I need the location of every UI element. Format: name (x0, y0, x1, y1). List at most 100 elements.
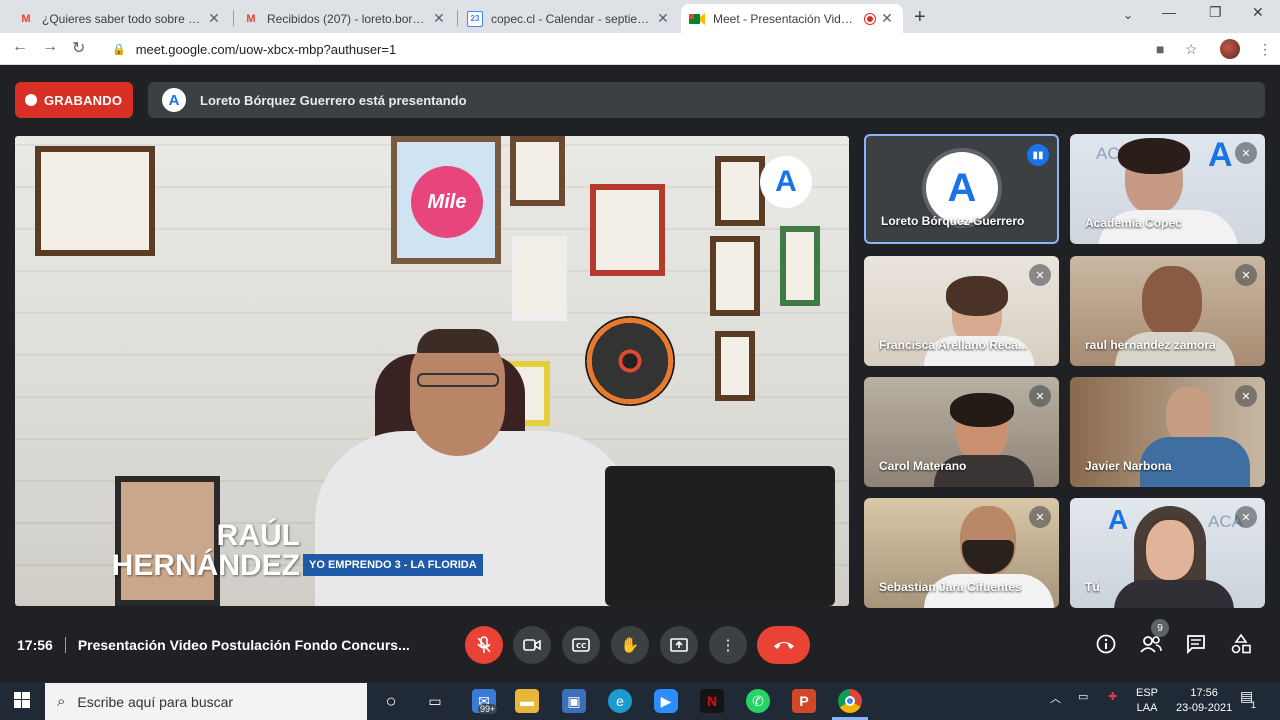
meet-app: GRABANDO A Loreto Bórquez Guerrero está … (0, 66, 1280, 682)
netflix-icon[interactable]: N (700, 689, 724, 713)
language-indicator[interactable]: ESP LAA (1136, 686, 1158, 716)
participant-face (1146, 520, 1194, 580)
recording-badge: GRABANDO (15, 82, 133, 118)
restore-button[interactable]: ❐ (1209, 4, 1222, 21)
participant-name: Javier Narbona (1085, 459, 1172, 473)
divider (64, 637, 66, 653)
window-close-button[interactable]: ✕ (1252, 4, 1264, 21)
poster-logo: Mile (411, 166, 483, 238)
edge-browser-icon[interactable]: e (608, 689, 632, 713)
participant-tile-loreto[interactable]: A ▮▮ Loreto Bórquez Guerrero (864, 134, 1059, 244)
antivirus-icon[interactable]: ✚ (1108, 690, 1117, 703)
store-icon[interactable]: ▣ (562, 689, 586, 713)
close-icon[interactable]: ✕ (206, 10, 222, 27)
participant-tile-francisca[interactable]: ✕ Francisca Arellano Reca... (864, 256, 1059, 366)
gmail-icon: M (246, 12, 256, 25)
minimize-button[interactable]: — (1162, 4, 1176, 20)
present-now-button[interactable] (660, 626, 698, 664)
recording-dot-icon (25, 94, 37, 106)
powerpoint-icon[interactable]: P (792, 689, 816, 713)
tab-gmail-1[interactable]: M ¿Quieres saber todo sobre la obe ✕ (10, 4, 230, 33)
tab-search-icon[interactable]: ⌄ (1123, 8, 1133, 22)
meeting-time: 17:56 (17, 637, 53, 653)
participant-hair (1118, 138, 1190, 174)
cortana-icon[interactable]: ○ (379, 689, 403, 713)
new-tab-button[interactable]: + (914, 6, 926, 29)
battery-icon[interactable]: ▭ (1078, 690, 1088, 703)
windows-start-button[interactable] (14, 692, 30, 713)
captions-button[interactable]: CC (562, 626, 600, 664)
zoom-icon[interactable]: ▶ (654, 689, 678, 713)
leave-call-button[interactable] (757, 626, 810, 664)
mic-off-icon: ✕ (1235, 385, 1257, 407)
participant-body (1114, 580, 1234, 608)
participant-name: Sebastian Jara Cifuentes (879, 580, 1022, 594)
address-bar[interactable]: 🔒 meet.google.com/uow-xbcx-mbp?authuser=… (100, 37, 1210, 61)
chrome-icon[interactable] (838, 689, 862, 713)
mic-off-icon (477, 636, 491, 653)
participants-button[interactable] (1140, 634, 1162, 659)
clock-date: 23-09-2021 (1176, 702, 1233, 714)
participant-tile-sebastian[interactable]: ✕ Sebastian Jara Cifuentes (864, 498, 1059, 608)
notification-count: 1 (1251, 700, 1257, 710)
participant-tile-raul[interactable]: ✕ raul hernandez zamora (1070, 256, 1265, 366)
tab-title: copec.cl - Calendar - septiembre (491, 11, 651, 26)
tray-overflow-icon[interactable]: ︿ (1050, 690, 1061, 706)
close-icon[interactable]: ✕ (879, 10, 895, 27)
reload-button[interactable]: ↻ (72, 38, 85, 58)
back-button[interactable]: ← (12, 38, 28, 56)
camera-toggle-button[interactable] (513, 626, 551, 664)
language-bottom: LAA (1136, 702, 1158, 714)
mic-off-icon: ✕ (1029, 385, 1051, 407)
meeting-info: 17:56 Presentación Video Postulación Fon… (17, 637, 410, 653)
academia-logo-icon: A (1108, 504, 1129, 535)
browser-toolbar: ← → ↻ 🔒 meet.google.com/uow-xbcx-mbp?aut… (0, 33, 1280, 65)
activities-button[interactable] (1231, 633, 1251, 659)
participant-tile-academia[interactable]: ACA A ✕ Academia Copec (1070, 134, 1265, 244)
menu-icon[interactable]: ⋮ (1258, 41, 1272, 58)
profile-avatar[interactable] (1220, 39, 1240, 59)
present-screen-icon (670, 638, 688, 652)
presenter-hair (417, 329, 499, 353)
wall-frame (512, 236, 567, 321)
participant-hair (950, 393, 1014, 427)
bookmark-star-icon[interactable]: ☆ (1185, 41, 1198, 58)
chat-icon (1187, 635, 1205, 655)
more-options-button[interactable]: ⋮ (709, 626, 747, 664)
whatsapp-icon[interactable]: ✆ (746, 689, 770, 713)
windows-taskbar: ⌕ Escribe aquí para buscar ○ ▭ ✉ 99+ ▬ ▣… (0, 682, 1280, 720)
search-icon: ⌕ (57, 693, 66, 710)
tab-meet[interactable]: Meet - Presentación Video P ✕ (681, 4, 903, 33)
wall-frame (590, 184, 665, 276)
camera-icon[interactable]: ■ (1156, 41, 1164, 57)
participant-tile-javier[interactable]: ✕ Javier Narbona (1070, 377, 1265, 487)
mic-off-icon: ✕ (1029, 506, 1051, 528)
svg-text:CC: CC (576, 642, 586, 650)
close-icon[interactable]: ✕ (431, 10, 447, 27)
close-icon[interactable]: ✕ (655, 10, 671, 27)
forward-button[interactable]: → (42, 38, 58, 56)
browser-tabstrip: M ¿Quieres saber todo sobre la obe ✕ M R… (0, 0, 1280, 33)
raise-hand-button[interactable]: ✋ (611, 626, 649, 664)
windows-logo-icon (14, 692, 30, 708)
wall-frame (510, 136, 565, 206)
tab-calendar[interactable]: 23 copec.cl - Calendar - septiembre ✕ (459, 4, 679, 33)
participant-name: Francisca Arellano Reca... (879, 338, 1028, 352)
wall-frame (715, 156, 765, 226)
task-view-icon[interactable]: ▭ (423, 689, 447, 713)
people-icon (1140, 636, 1162, 653)
chat-button[interactable] (1186, 634, 1206, 659)
mic-toggle-button[interactable] (465, 626, 503, 664)
search-placeholder: Escribe aquí para buscar (77, 693, 234, 710)
more-vert-icon: ⋮ (720, 637, 736, 654)
participant-tile-carol[interactable]: ✕ Carol Materano (864, 377, 1059, 487)
meeting-details-button[interactable] (1096, 634, 1116, 659)
taskbar-search-box[interactable]: ⌕ Escribe aquí para buscar (45, 683, 367, 720)
participant-name: Academia Copec (1085, 216, 1182, 230)
calendar-icon: 23 (467, 10, 483, 27)
tab-gmail-2[interactable]: M Recibidos (207) - loreto.borquez ✕ (235, 4, 455, 33)
participant-tile-self[interactable]: A ACA ✕ Tú (1070, 498, 1265, 608)
academia-logo-icon: A (1208, 136, 1233, 174)
system-clock[interactable]: 17:56 23-09-2021 (1176, 686, 1232, 716)
file-explorer-icon[interactable]: ▬ (515, 689, 539, 713)
